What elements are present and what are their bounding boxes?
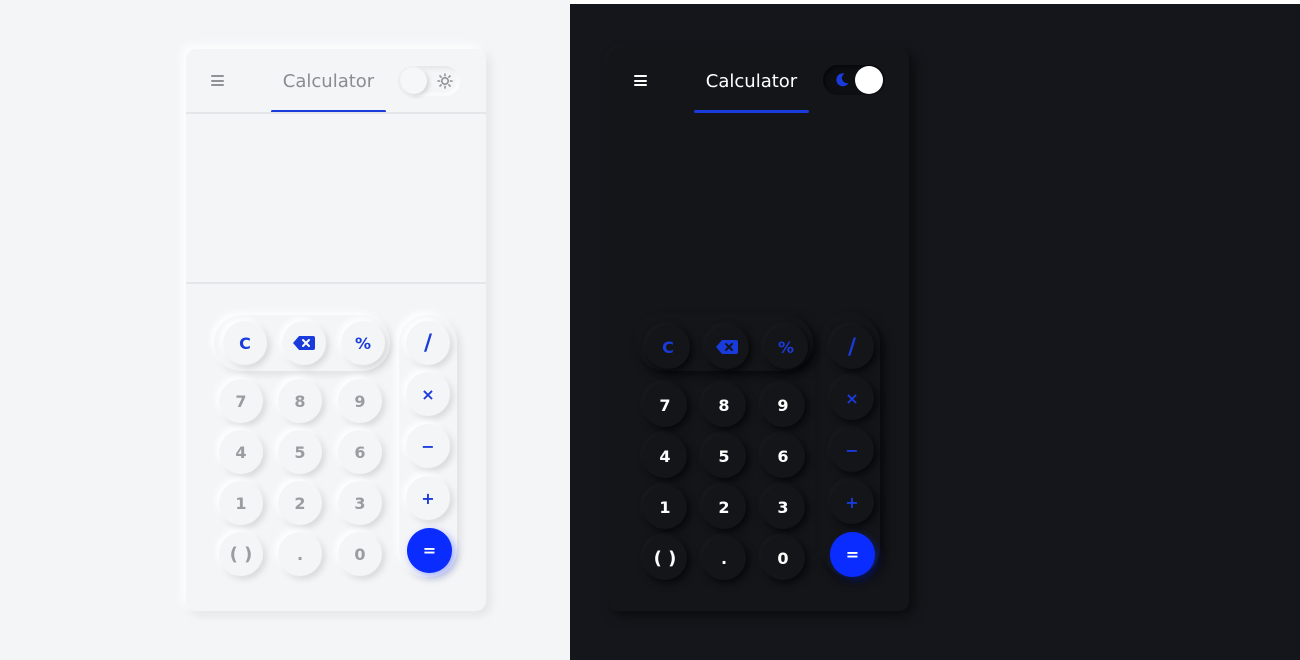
- backspace-button[interactable]: [282, 321, 326, 365]
- backspace-icon: [716, 340, 738, 354]
- calculator-card: Calculator C % / × − + = 7 8 9 4 5 6 1 2…: [186, 49, 486, 611]
- digit-9-button[interactable]: 9: [338, 379, 382, 423]
- parentheses-button[interactable]: ( ): [219, 532, 263, 576]
- calculator-title[interactable]: Calculator: [271, 71, 386, 92]
- hamburger-menu-icon[interactable]: [211, 75, 224, 86]
- parentheses-button[interactable]: ( ): [643, 536, 687, 580]
- digit-8-button[interactable]: 8: [278, 379, 322, 423]
- clear-button[interactable]: C: [223, 321, 267, 365]
- clear-button[interactable]: C: [646, 325, 690, 369]
- digit-7-button[interactable]: 7: [219, 379, 263, 423]
- multiply-button[interactable]: ×: [830, 376, 874, 420]
- digit-3-button[interactable]: 3: [761, 485, 805, 529]
- dark-theme-panel: Calculator C % / × − + = 7 8 9 4 5 6 1 2…: [570, 4, 1300, 660]
- plus-button[interactable]: +: [406, 476, 450, 520]
- hamburger-menu-icon[interactable]: [634, 75, 647, 86]
- multiply-button[interactable]: ×: [406, 372, 450, 416]
- backspace-icon: [293, 336, 315, 350]
- digit-8-button[interactable]: 8: [702, 383, 746, 427]
- decimal-point-button[interactable]: .: [702, 536, 746, 580]
- minus-button[interactable]: −: [406, 424, 450, 468]
- calculator-card: Calculator C % / × − + = 7 8 9 4 5 6 1 2…: [609, 49, 909, 611]
- theme-toggle[interactable]: [398, 66, 460, 96]
- digit-3-button[interactable]: 3: [338, 481, 382, 525]
- digit-1-button[interactable]: 1: [643, 485, 687, 529]
- digit-5-button[interactable]: 5: [702, 434, 746, 478]
- digit-1-button[interactable]: 1: [219, 481, 263, 525]
- digit-0-button[interactable]: 0: [761, 536, 805, 580]
- digit-2-button[interactable]: 2: [702, 485, 746, 529]
- sun-icon: [437, 73, 453, 89]
- decimal-point-button[interactable]: .: [278, 532, 322, 576]
- plus-button[interactable]: +: [830, 480, 874, 524]
- display-divider: [609, 282, 909, 284]
- digit-7-button[interactable]: 7: [643, 383, 687, 427]
- equals-button[interactable]: =: [830, 532, 875, 577]
- divide-button[interactable]: /: [406, 321, 450, 365]
- theme-toggle[interactable]: [823, 65, 885, 95]
- moon-icon: [836, 73, 849, 87]
- minus-button[interactable]: −: [830, 428, 874, 472]
- toggle-knob[interactable]: [855, 66, 883, 94]
- display-divider: [186, 282, 486, 284]
- digit-0-button[interactable]: 0: [338, 532, 382, 576]
- equals-button[interactable]: =: [407, 528, 452, 573]
- header-divider: [609, 112, 909, 114]
- digit-9-button[interactable]: 9: [761, 383, 805, 427]
- calculator-title[interactable]: Calculator: [694, 71, 809, 92]
- percent-button[interactable]: %: [341, 321, 385, 365]
- digit-6-button[interactable]: 6: [338, 430, 382, 474]
- backspace-button[interactable]: [705, 325, 749, 369]
- divide-button[interactable]: /: [830, 325, 874, 369]
- digit-4-button[interactable]: 4: [219, 430, 263, 474]
- toggle-knob[interactable]: [401, 68, 427, 94]
- digit-4-button[interactable]: 4: [643, 434, 687, 478]
- digit-5-button[interactable]: 5: [278, 430, 322, 474]
- light-theme-panel: Calculator C % / × − + = 7 8 9 4 5 6 1 2…: [0, 0, 570, 660]
- percent-button[interactable]: %: [764, 325, 808, 369]
- digit-6-button[interactable]: 6: [761, 434, 805, 478]
- header-divider: [186, 112, 486, 114]
- digit-2-button[interactable]: 2: [278, 481, 322, 525]
